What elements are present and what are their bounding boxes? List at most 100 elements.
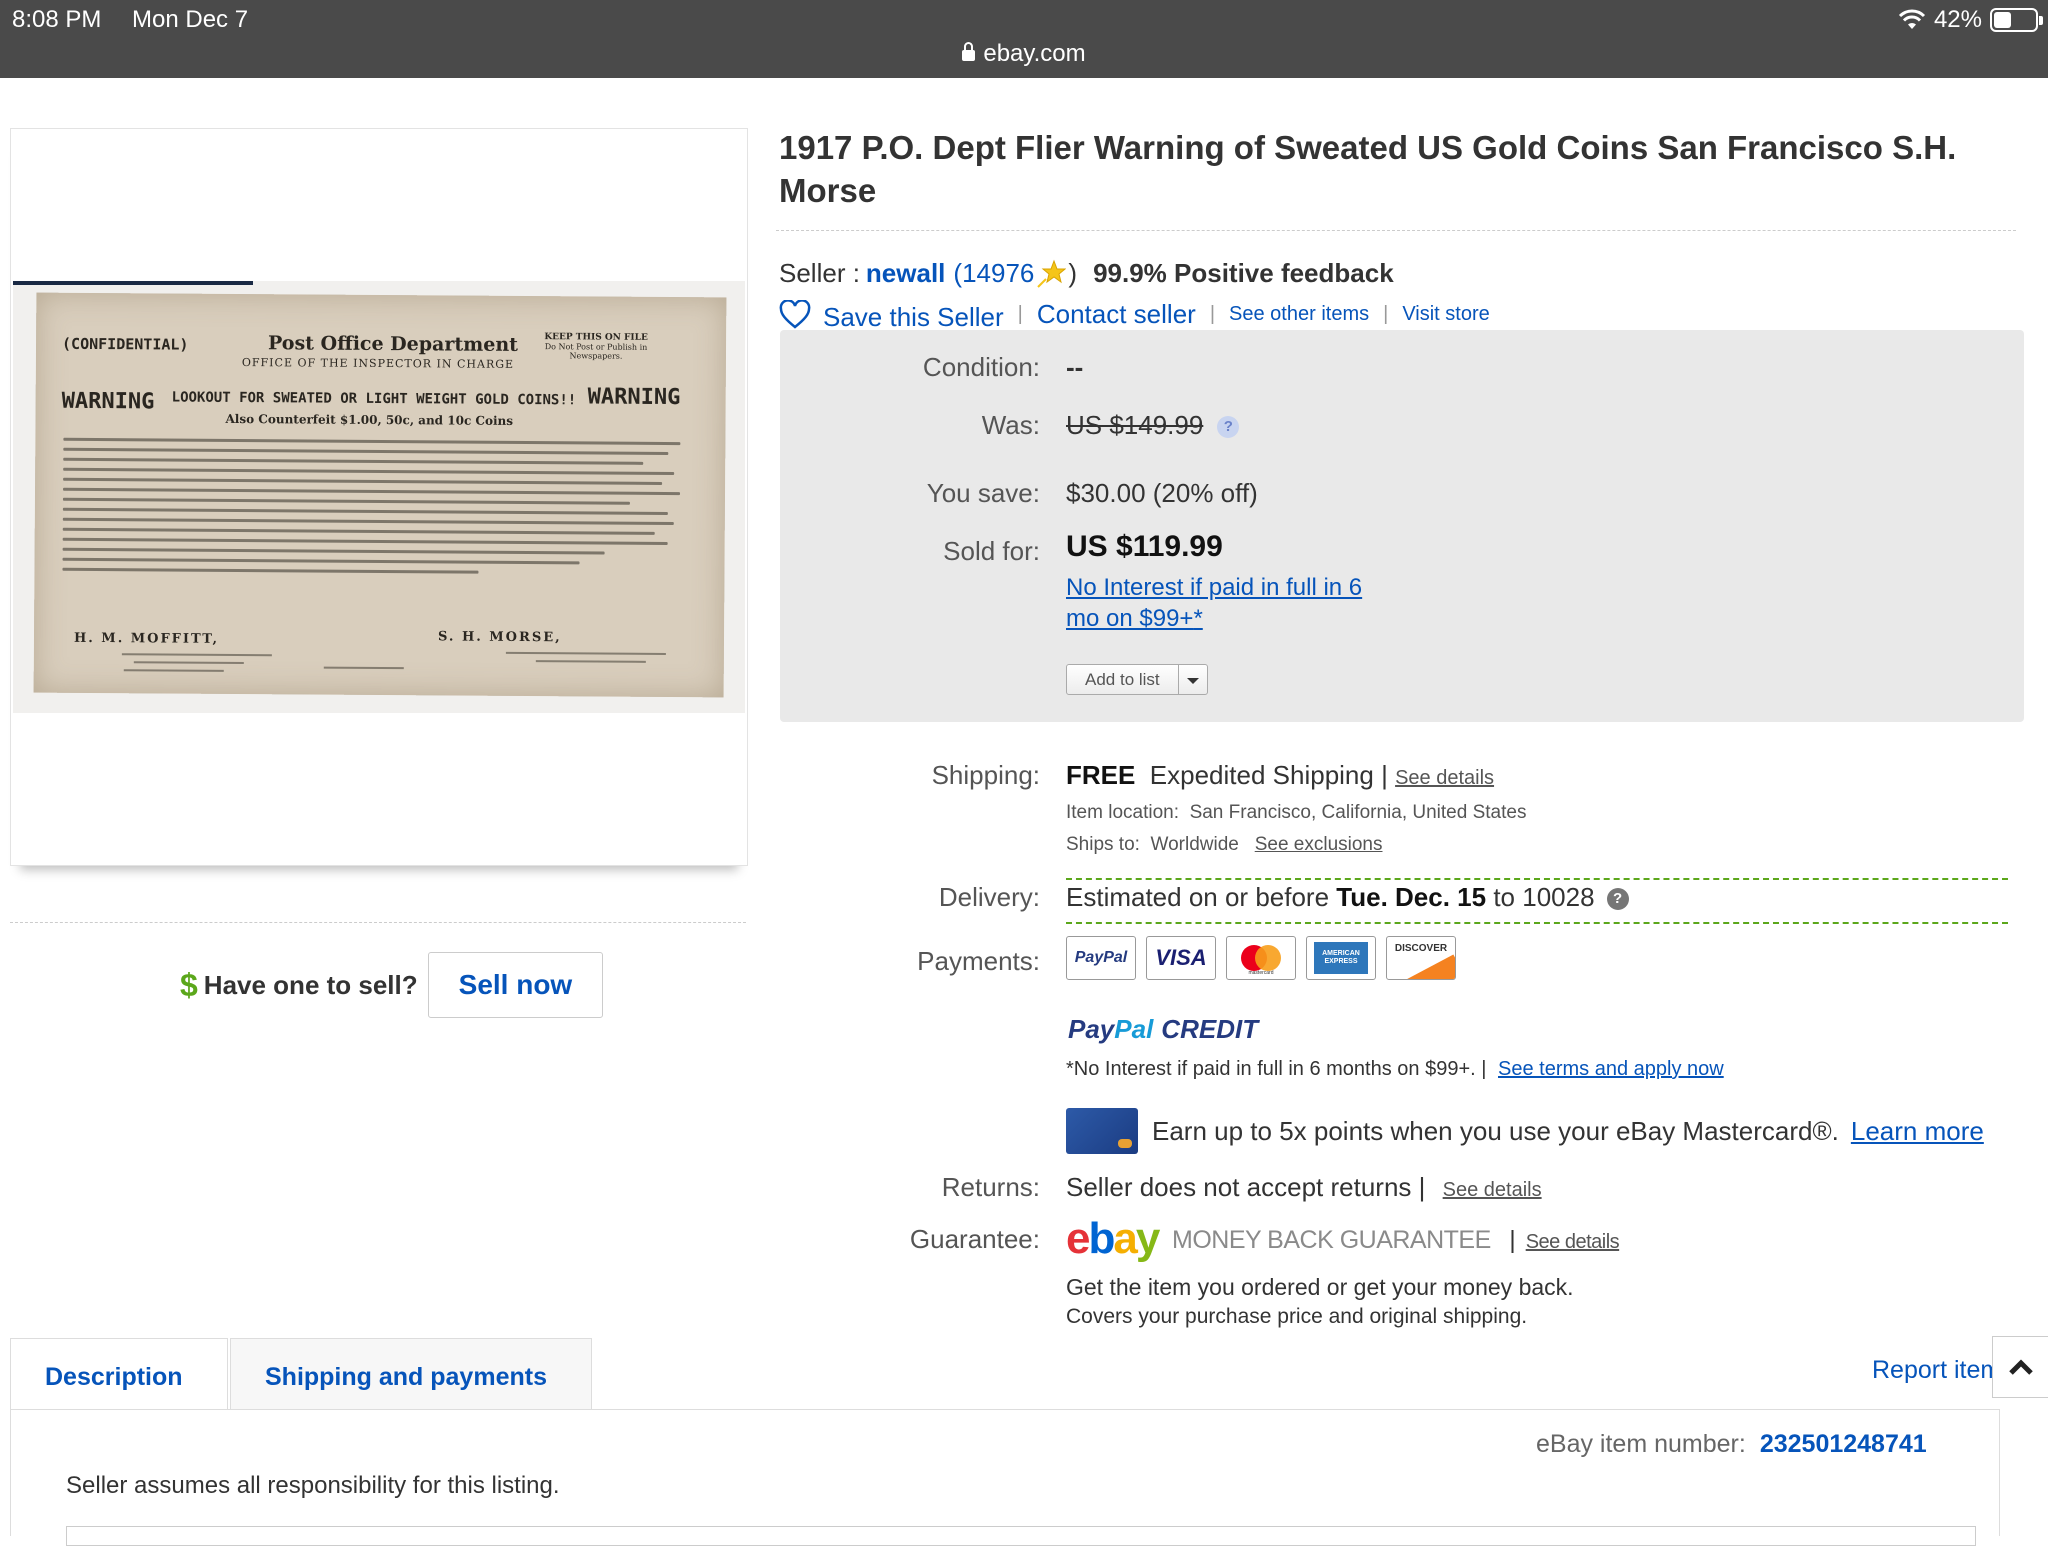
item-title: 1917 P.O. Dept Flier Warning of Sweated … [779, 126, 2009, 212]
flier-warning-left: WARNING [62, 389, 155, 415]
flier-body-text [62, 431, 693, 582]
seller-score-link[interactable]: 14976 [962, 258, 1034, 289]
was-label: Was: [780, 410, 1040, 441]
description-frame [66, 1526, 1976, 1546]
flier-also-counterfeit: Also Counterfeit $1.00, 50c, and 10c Coi… [225, 412, 513, 428]
paypal-credit-note: *No Interest if paid in full in 6 months… [1066, 1058, 1724, 1081]
shooting-star-icon [1036, 259, 1066, 289]
shipping-value: FREE Expedited Shipping | See details [1066, 760, 1494, 791]
flier-signature-morse: S. H. MORSE, [438, 629, 562, 645]
tab-description[interactable]: Description [10, 1338, 228, 1410]
mastercard-promo-text: Earn up to 5x points when you use your e… [1152, 1116, 1839, 1147]
flier-department: Post Office Department [268, 332, 518, 356]
discover-logo-icon: DISCOVER [1386, 936, 1456, 980]
price-box: Condition: -- Was: US $149.99? You save:… [780, 330, 2024, 722]
returns-label: Returns: [780, 1172, 1040, 1203]
save-seller-link[interactable]: Save this Seller [823, 302, 1004, 333]
seller-actions: Save this Seller | Contact seller | See … [779, 296, 1490, 333]
condition-value: -- [1066, 352, 1083, 383]
delivery-divider-top [1066, 878, 2008, 880]
returns-value: Seller does not accept returns | See det… [1066, 1172, 1542, 1203]
chevron-up-icon [1993, 1337, 2048, 1399]
chevron-down-icon[interactable] [1179, 665, 1207, 694]
mastercard-logo-icon: mastercard [1226, 936, 1296, 980]
add-to-list-label[interactable]: Add to list [1067, 665, 1179, 694]
left-divider [10, 922, 746, 923]
contact-seller-link[interactable]: Contact seller [1037, 299, 1196, 330]
sell-one-row: $ Have one to sell? Sell now [180, 952, 603, 1018]
item-location: Item location: San Francisco, California… [1066, 802, 1526, 824]
visit-store-link[interactable]: Visit store [1402, 303, 1489, 326]
report-item-link[interactable]: Report item [1872, 1356, 1992, 1385]
sell-now-button[interactable]: Sell now [428, 952, 604, 1018]
sold-for-label: Sold for: [780, 536, 1040, 567]
flier-lookout: LOOKOUT FOR SWEATED OR LIGHT WEIGHT GOLD… [172, 390, 577, 409]
guarantee-text: Get the item you ordered or get your mon… [1066, 1272, 1574, 1332]
sold-price: US $119.99 [1066, 530, 1223, 564]
mastercard-promo: Earn up to 5x points when you use your e… [1066, 1108, 1984, 1154]
see-other-items-link[interactable]: See other items [1229, 303, 1369, 326]
url-bar[interactable]: ebay.com [0, 40, 2048, 68]
flier-keep-note: KEEP THIS ON FILE Do Not Post or Publish… [536, 332, 656, 361]
guarantee-see-details-link[interactable]: See details [1526, 1231, 1619, 1253]
no-interest-link[interactable]: No Interest if paid in full in 6 mo on $… [1066, 572, 1362, 634]
ships-to: Ships to: Worldwide See exclusions [1066, 834, 1383, 856]
flier-office: OFFICE OF THE INSPECTOR IN CHARGE [242, 356, 514, 371]
heart-icon[interactable] [779, 300, 811, 330]
lock-icon [962, 50, 975, 61]
scroll-to-top-button[interactable] [1992, 1336, 2048, 1398]
paypal-logo-icon: PayPal [1066, 936, 1136, 980]
item-number: eBay item number:232501248741 [1536, 1430, 1927, 1459]
see-terms-apply-link[interactable]: See terms and apply now [1498, 1058, 1724, 1080]
see-exclusions-link[interactable]: See exclusions [1255, 834, 1383, 855]
you-save-label: You save: [780, 478, 1040, 509]
shipping-see-details-link[interactable]: See details [1395, 767, 1494, 789]
dollar-icon: $ [180, 967, 198, 1004]
status-indicators: 42% [1898, 6, 2038, 34]
shipping-free: FREE [1066, 760, 1135, 790]
status-time: 8:08 PM [12, 6, 101, 34]
shipping-label: Shipping: [780, 760, 1040, 791]
tab-shipping-and-payments[interactable]: Shipping and payments [230, 1338, 592, 1410]
url-domain: ebay.com [983, 40, 1085, 67]
was-price: US $149.99 [1066, 410, 1203, 440]
payment-logos: PayPal VISA mastercard AMERICAN EXPRESS … [1066, 936, 1456, 980]
money-back-guarantee: MONEY BACK GUARANTEE | See details [1172, 1226, 1619, 1255]
help-icon[interactable]: ? [1217, 416, 1239, 438]
title-divider [776, 230, 2016, 231]
info-icon[interactable]: ? [1607, 888, 1629, 910]
payments-label: Payments: [780, 946, 1040, 977]
flier-warning-right: WARNING [588, 384, 681, 410]
battery-icon [1990, 8, 2038, 32]
seller-name-link[interactable]: newall [866, 258, 945, 289]
paypal-credit-logo: PayPalCREDIT [1068, 1014, 1258, 1045]
ebay-logo: ebay [1066, 1214, 1158, 1264]
battery-percent: 42% [1934, 6, 1982, 34]
returns-see-details-link[interactable]: See details [1443, 1179, 1542, 1201]
seller-prefix: Seller : [779, 258, 860, 289]
ebay-mastercard-icon [1066, 1108, 1138, 1154]
guarantee-label: Guarantee: [780, 1224, 1040, 1255]
you-save-value: $30.00 (20% off) [1066, 478, 1258, 509]
learn-more-link[interactable]: Learn more [1851, 1116, 1984, 1147]
condition-label: Condition: [780, 352, 1040, 383]
add-to-list-button[interactable]: Add to list [1066, 664, 1208, 695]
have-one-to-sell-text: Have one to sell? [204, 970, 418, 1001]
seller-info: Seller : newall (14976 ) 99.9% Positive … [779, 258, 1394, 289]
flier-signature-moffitt: H. M. MOFFITT, [74, 631, 219, 647]
status-date: Mon Dec 7 [132, 6, 248, 34]
shipping-method: Expedited Shipping | [1150, 760, 1388, 790]
flier-confidential: (CONFIDENTIAL) [62, 335, 189, 354]
item-number-value: 232501248741 [1760, 1430, 1927, 1458]
item-image-gallery[interactable]: (CONFIDENTIAL) Post Office Department OF… [10, 128, 748, 866]
positive-feedback: 99.9% Positive feedback [1093, 258, 1394, 289]
amex-logo-icon: AMERICAN EXPRESS [1306, 936, 1376, 980]
delivery-value: Estimated on or before Tue. Dec. 15 to 1… [1066, 882, 1629, 913]
item-photo[interactable]: (CONFIDENTIAL) Post Office Department OF… [13, 281, 745, 713]
browser-top-bar: 8:08 PM Mon Dec 7 42% ebay.com [0, 0, 2048, 78]
delivery-divider-bottom [1066, 922, 2008, 924]
flier-card: (CONFIDENTIAL) Post Office Department OF… [34, 293, 727, 698]
wifi-icon [1898, 9, 1926, 31]
delivery-label: Delivery: [780, 882, 1040, 913]
seller-responsibility: Seller assumes all responsibility for th… [66, 1472, 560, 1500]
